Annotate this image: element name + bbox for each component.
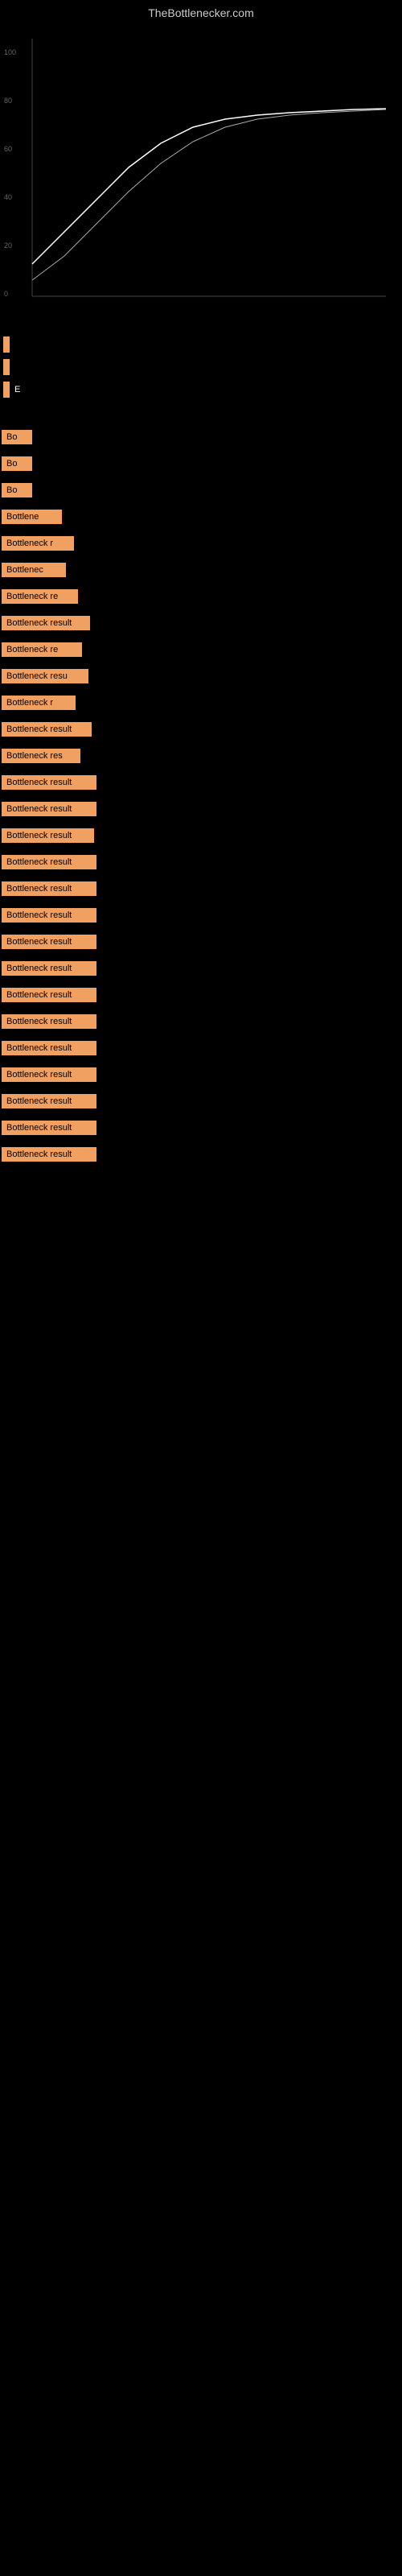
result-item-24: Bottleneck result <box>2 1039 400 1061</box>
result-item-8: Bottleneck result <box>2 614 400 636</box>
result-label-22: Bottleneck result <box>2 988 96 1002</box>
svg-text:0: 0 <box>4 290 8 298</box>
result-item-3: Bo <box>2 481 400 503</box>
result-label-21: Bottleneck result <box>2 961 96 976</box>
result-label-14: Bottleneck result <box>2 775 96 790</box>
input-indicator-3 <box>3 382 10 398</box>
result-label-27: Bottleneck result <box>2 1121 96 1135</box>
result-label-5: Bottleneck r <box>2 536 74 551</box>
result-item-27: Bottleneck result <box>2 1119 400 1141</box>
result-item-19: Bottleneck result <box>2 906 400 928</box>
result-label-13: Bottleneck res <box>2 749 80 763</box>
input-row-1 <box>3 336 399 353</box>
result-label-24: Bottleneck result <box>2 1041 96 1055</box>
input-row-3: E <box>3 382 399 398</box>
result-item-9: Bottleneck re <box>2 641 400 663</box>
result-label-17: Bottleneck result <box>2 855 96 869</box>
result-label-2: Bo <box>2 456 32 471</box>
result-item-6: Bottlenec <box>2 561 400 583</box>
result-label-11: Bottleneck r <box>2 696 76 710</box>
svg-text:100: 100 <box>4 48 16 56</box>
result-label-25: Bottleneck result <box>2 1067 96 1082</box>
result-item-16: Bottleneck result <box>2 827 400 848</box>
result-item-7: Bottleneck re <box>2 588 400 609</box>
result-item-4: Bottlene <box>2 508 400 530</box>
result-item-10: Bottleneck resu <box>2 667 400 689</box>
input-text-3: E <box>14 385 20 394</box>
result-label-3: Bo <box>2 483 32 497</box>
result-label-10: Bottleneck resu <box>2 669 88 683</box>
result-item-1: Bo <box>2 428 400 450</box>
input-section: E <box>0 328 402 412</box>
svg-text:20: 20 <box>4 242 12 250</box>
result-item-21: Bottleneck result <box>2 960 400 981</box>
results-section: Bo Bo Bo Bottlene Bottleneck r Bottlenec Bottl… <box>0 428 402 1167</box>
result-item-2: Bo <box>2 455 400 477</box>
result-item-26: Bottleneck result <box>2 1092 400 1114</box>
result-label-15: Bottleneck result <box>2 802 96 816</box>
result-label-26: Bottleneck result <box>2 1094 96 1108</box>
result-label-9: Bottleneck re <box>2 642 82 657</box>
input-indicator-1 <box>3 336 10 353</box>
result-label-1: Bo <box>2 430 32 444</box>
chart-svg: 0 20 40 60 80 100 <box>0 23 402 328</box>
result-item-18: Bottleneck result <box>2 880 400 902</box>
result-item-17: Bottleneck result <box>2 853 400 875</box>
result-label-12: Bottleneck result <box>2 722 92 737</box>
svg-text:60: 60 <box>4 145 12 153</box>
result-item-28: Bottleneck result <box>2 1146 400 1167</box>
result-label-23: Bottleneck result <box>2 1014 96 1029</box>
svg-text:80: 80 <box>4 97 12 105</box>
result-label-20: Bottleneck result <box>2 935 96 949</box>
result-label-7: Bottleneck re <box>2 589 78 604</box>
result-item-14: Bottleneck result <box>2 774 400 795</box>
result-item-25: Bottleneck result <box>2 1066 400 1088</box>
result-item-15: Bottleneck result <box>2 800 400 822</box>
input-row-2 <box>3 359 399 375</box>
input-indicator-2 <box>3 359 10 375</box>
result-item-22: Bottleneck result <box>2 986 400 1008</box>
result-item-13: Bottleneck res <box>2 747 400 769</box>
result-item-23: Bottleneck result <box>2 1013 400 1034</box>
result-item-11: Bottleneck r <box>2 694 400 716</box>
result-label-6: Bottlenec <box>2 563 66 577</box>
result-item-12: Bottleneck result <box>2 720 400 742</box>
result-label-4: Bottlene <box>2 510 62 524</box>
chart-area: 0 20 40 60 80 100 <box>0 23 402 328</box>
result-item-20: Bottleneck result <box>2 933 400 955</box>
svg-text:40: 40 <box>4 193 12 201</box>
result-item-5: Bottleneck r <box>2 535 400 556</box>
result-label-8: Bottleneck result <box>2 616 90 630</box>
result-label-18: Bottleneck result <box>2 881 96 896</box>
result-label-16: Bottleneck result <box>2 828 94 843</box>
result-label-19: Bottleneck result <box>2 908 96 923</box>
site-title: TheBottlenecker.com <box>0 0 402 23</box>
result-label-28: Bottleneck result <box>2 1147 96 1162</box>
